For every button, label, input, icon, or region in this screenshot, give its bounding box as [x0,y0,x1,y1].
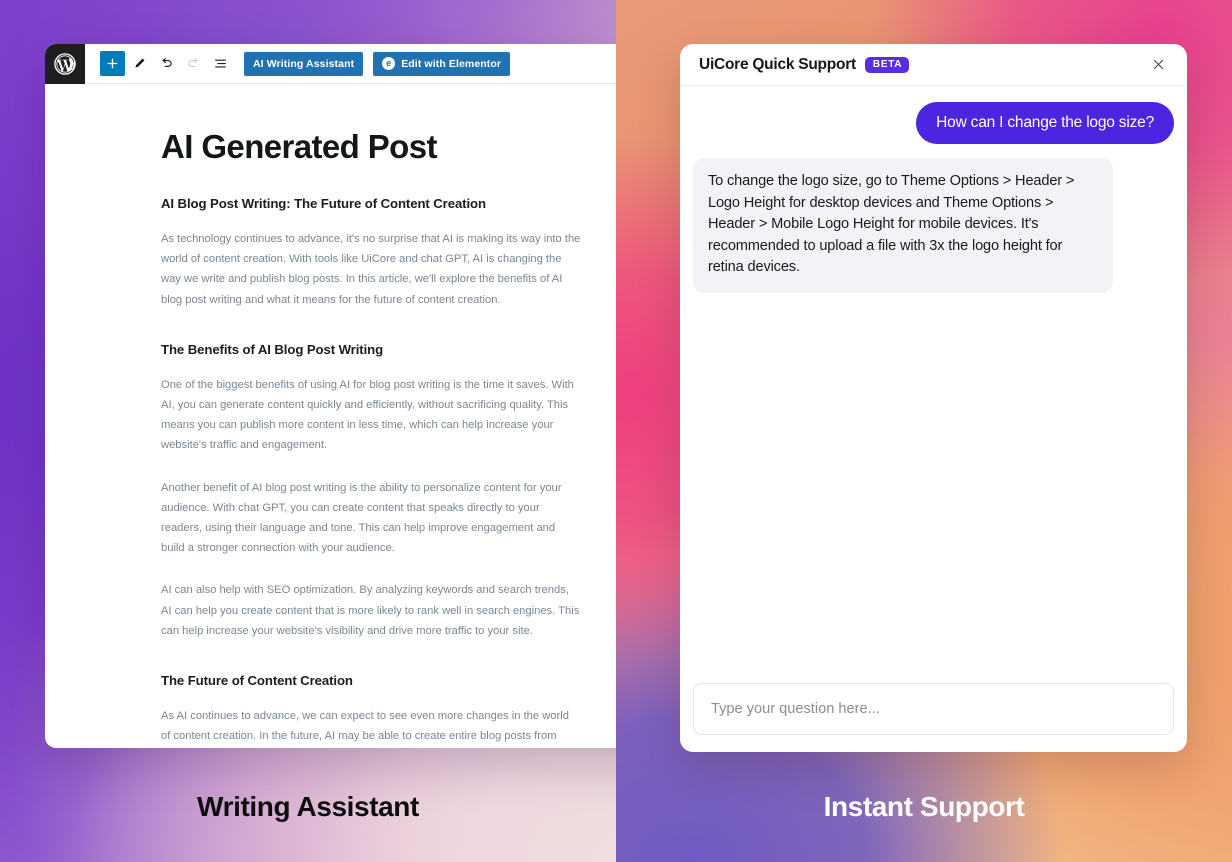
chat-message-row: How can I change the logo size? [693,102,1174,145]
chat-header: UiCore Quick Support BETA [680,44,1187,86]
editor-toolbar: AI Writing Assistant e Edit with Element… [45,44,616,84]
comparison-screenshot: AI Writing Assistant e Edit with Element… [0,0,1232,862]
edit-with-elementor-button[interactable]: e Edit with Elementor [373,51,511,76]
edit-with-elementor-label: Edit with Elementor [401,57,502,70]
pencil-icon[interactable] [127,51,152,76]
editor-action-buttons: AI Writing Assistant e Edit with Element… [244,44,511,83]
chat-message-list: How can I change the logo size? To chang… [680,86,1187,683]
user-message-bubble: How can I change the logo size? [916,102,1174,145]
post-paragraph[interactable]: As AI continues to advance, we can expec… [161,706,581,748]
beta-badge: BETA [864,56,910,73]
list-view-icon[interactable] [208,51,233,76]
post-heading[interactable]: AI Blog Post Writing: The Future of Cont… [161,196,616,211]
add-block-button[interactable] [100,51,125,76]
instant-support-panel: UiCore Quick Support BETA How can I chan… [616,0,1232,862]
instant-support-caption: Instant Support [823,791,1025,822]
wordpress-editor-card: AI Writing Assistant e Edit with Element… [45,44,616,748]
post-paragraph[interactable]: As technology continues to advance, it's… [161,229,581,310]
quick-support-chat-widget: UiCore Quick Support BETA How can I chan… [680,44,1187,752]
chat-title: UiCore Quick Support [699,55,856,73]
redo-arrow-icon[interactable] [181,51,206,76]
post-paragraph[interactable]: AI can also help with SEO optimization. … [161,580,581,641]
post-heading[interactable]: The Future of Content Creation [161,673,616,688]
chat-question-input[interactable] [693,683,1174,735]
chat-footer [680,683,1187,752]
editor-tool-group [85,44,233,83]
post-paragraph[interactable]: One of the biggest benefits of using AI … [161,375,581,456]
post-heading[interactable]: The Benefits of AI Blog Post Writing [161,342,616,357]
chat-message-row: To change the logo size, go to Theme Opt… [693,158,1174,293]
post-title[interactable]: AI Generated Post [161,128,616,166]
ai-writing-assistant-button[interactable]: AI Writing Assistant [244,51,364,76]
writing-assistant-panel: AI Writing Assistant e Edit with Element… [0,0,616,862]
bot-message-bubble: To change the logo size, go to Theme Opt… [693,158,1113,293]
elementor-logo-icon: e [382,57,396,70]
ai-writing-assistant-label: AI Writing Assistant [253,57,355,70]
writing-assistant-caption: Writing Assistant [197,791,419,822]
undo-arrow-icon[interactable] [154,51,179,76]
post-content-area[interactable]: AI Generated Post AI Blog Post Writing: … [45,84,616,748]
close-x-icon[interactable] [1147,54,1169,76]
post-paragraph[interactable]: Another benefit of AI blog post writing … [161,478,581,559]
wordpress-logo-icon[interactable] [45,44,85,84]
